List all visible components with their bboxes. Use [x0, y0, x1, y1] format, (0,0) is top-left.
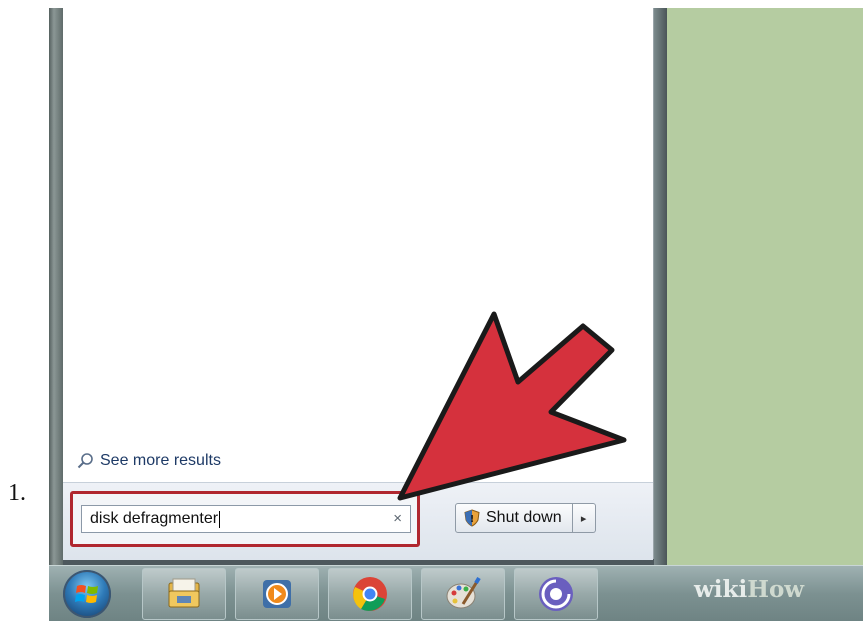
- annotation-arrow-icon: [397, 311, 627, 501]
